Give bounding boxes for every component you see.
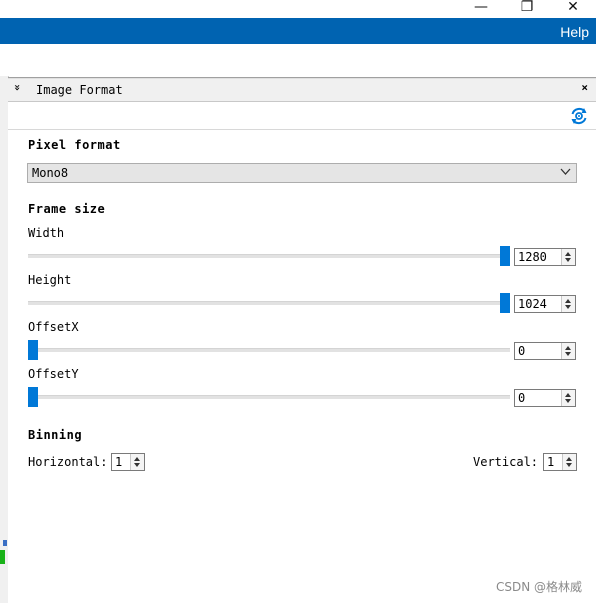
slider-thumb[interactable] — [28, 387, 38, 407]
offset-y-spinbox[interactable]: 0 — [514, 389, 576, 407]
slider-track — [28, 348, 510, 352]
vertical-binning-label: Vertical: — [473, 455, 539, 469]
horizontal-binning-label: Horizontal: — [28, 455, 108, 469]
slider-thumb[interactable] — [28, 340, 38, 360]
offset-y-value: 0 — [518, 391, 526, 405]
pixel-format-select[interactable]: Mono8 — [27, 163, 577, 183]
slider-track — [28, 301, 510, 305]
window-controls: — ❐ ✕ — [456, 0, 596, 18]
arrow-down-icon[interactable] — [565, 258, 571, 262]
spin-arrows[interactable] — [561, 249, 575, 265]
arrow-down-icon[interactable] — [565, 352, 571, 356]
pixel-format-heading: Pixel format — [28, 138, 121, 152]
spin-arrows[interactable] — [130, 454, 144, 470]
panel-title: Image Format — [36, 83, 123, 97]
arrow-up-icon[interactable] — [565, 299, 571, 303]
arrow-up-icon[interactable] — [565, 393, 571, 397]
offset-y-slider[interactable] — [28, 387, 510, 407]
arrow-down-icon[interactable] — [566, 463, 572, 467]
arrow-down-icon[interactable] — [565, 399, 571, 403]
panel-toolbar — [8, 101, 596, 130]
menu-bar: Help — [0, 18, 596, 44]
spin-arrows[interactable] — [561, 296, 575, 312]
minimize-button[interactable]: — — [458, 0, 504, 18]
panel-header: » Image Format × — [8, 78, 596, 102]
height-value: 1024 — [518, 297, 547, 311]
offset-y-label: OffsetY — [28, 367, 79, 381]
close-window-button[interactable]: ✕ — [550, 0, 596, 18]
slider-track — [28, 395, 510, 399]
frame-size-heading: Frame size — [28, 202, 106, 216]
offset-x-label: OffsetX — [28, 320, 79, 334]
horizontal-binning-spinbox[interactable]: 1 — [111, 453, 145, 471]
slider-thumb[interactable] — [500, 293, 510, 313]
arrow-up-icon[interactable] — [134, 457, 140, 461]
vertical-binning-spinbox[interactable]: 1 — [543, 453, 577, 471]
width-slider[interactable] — [28, 246, 510, 266]
watermark: CSDN @格林威 — [495, 580, 582, 594]
left-dock-marker — [3, 540, 7, 546]
slider-track — [28, 254, 510, 258]
arrow-up-icon[interactable] — [565, 252, 571, 256]
left-dock-status-marker — [0, 550, 5, 564]
spin-arrows[interactable] — [561, 390, 575, 406]
height-slider[interactable] — [28, 293, 510, 313]
slider-thumb[interactable] — [500, 246, 510, 266]
toolbar-area — [0, 44, 596, 76]
refresh-settings-icon[interactable] — [569, 106, 589, 126]
pixel-format-value: Mono8 — [32, 166, 69, 180]
panel-close-icon[interactable]: × — [581, 81, 588, 94]
arrow-up-icon[interactable] — [565, 346, 571, 350]
chevron-down-icon — [560, 168, 571, 175]
image-format-panel: » Image Format × Pixel format Mono8 Fram… — [8, 77, 596, 604]
width-label: Width — [28, 226, 65, 240]
arrow-down-icon[interactable] — [134, 463, 140, 467]
arrow-down-icon[interactable] — [565, 305, 571, 309]
offset-x-spinbox[interactable]: 0 — [514, 342, 576, 360]
height-spinbox[interactable]: 1024 — [514, 295, 576, 313]
collapse-icon[interactable]: » — [11, 84, 24, 91]
offset-x-slider[interactable] — [28, 340, 510, 360]
menu-help[interactable]: Help — [560, 18, 589, 46]
arrow-up-icon[interactable] — [566, 457, 572, 461]
restore-button[interactable]: ❐ — [504, 0, 550, 18]
offset-x-value: 0 — [518, 344, 526, 358]
height-label: Height — [28, 273, 72, 287]
width-spinbox[interactable]: 1280 — [514, 248, 576, 266]
vertical-binning-value: 1 — [547, 455, 555, 469]
width-value: 1280 — [518, 250, 547, 264]
horizontal-binning-value: 1 — [115, 455, 123, 469]
binning-heading: Binning — [28, 428, 83, 442]
spin-arrows[interactable] — [561, 343, 575, 359]
spin-arrows[interactable] — [562, 454, 576, 470]
